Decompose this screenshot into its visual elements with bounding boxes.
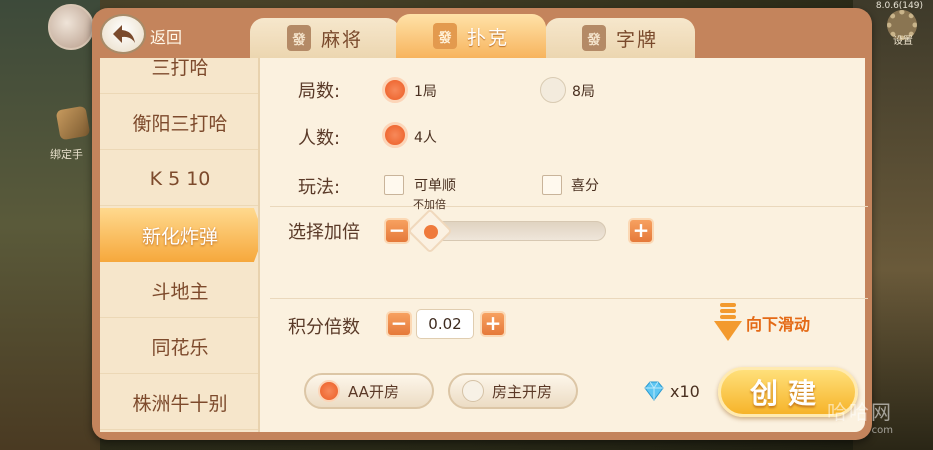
divider <box>270 206 868 207</box>
aa-room-radio <box>318 380 340 402</box>
sidebar-item[interactable]: 衡阳三打哈 <box>100 96 258 150</box>
settings-label: 设置 <box>893 36 913 47</box>
settings-button[interactable]: 设置 <box>887 10 919 50</box>
background-left <box>0 0 100 450</box>
rounds-8-label[interactable]: 8局 <box>572 81 595 101</box>
scroll-hint: 向下滑动 <box>714 303 810 343</box>
tab-mahjong[interactable]: 發 麻将 <box>250 18 400 58</box>
watermark: 哈哈网 com <box>827 396 893 436</box>
score-plus-button[interactable]: + <box>480 311 506 337</box>
rounds-8-radio[interactable] <box>540 77 566 103</box>
back-button[interactable] <box>100 14 146 54</box>
score-value-field[interactable]: 0.02 <box>416 309 474 339</box>
mahjong-tile-icon: 發 <box>286 25 311 51</box>
game-list-sidebar[interactable]: 三打哈 衡阳三打哈 K 5 10 新化炸弹 斗地主 同花乐 株洲牛十别 <box>100 58 260 432</box>
host-room-radio <box>462 380 484 402</box>
back-label[interactable]: 返回 <box>150 24 182 48</box>
aa-room-label: AA开房 <box>348 382 399 401</box>
bonus-score-label[interactable]: 喜分 <box>571 175 599 195</box>
sidebar-item[interactable]: 同花乐 <box>100 320 258 374</box>
tab-zipai[interactable]: 發 字牌 <box>545 18 695 58</box>
sidebar-item[interactable]: K 5 10 <box>100 152 258 206</box>
tab-label: 扑克 <box>466 26 509 49</box>
host-room-option[interactable]: 房主开房 <box>448 373 578 409</box>
host-room-label: 房主开房 <box>492 382 553 401</box>
rounds-label: 局数: <box>298 81 341 102</box>
avatar[interactable] <box>48 4 94 50</box>
mahjong-tile-icon: 發 <box>432 23 457 49</box>
scroll-hint-label: 向下滑动 <box>746 315 811 334</box>
score-multiplier-label: 积分倍数 <box>288 317 360 338</box>
single-straight-checkbox[interactable] <box>384 175 404 195</box>
sidebar-item[interactable]: 斗地主 <box>100 264 258 318</box>
tab-poker[interactable]: 發 扑克 <box>396 14 546 58</box>
watermark-sub: com <box>871 425 893 436</box>
sidebar-item[interactable]: 株洲牛十别 <box>100 376 258 430</box>
scroll-down-icon <box>714 303 742 341</box>
mahjong-tile-icon: 發 <box>581 25 606 51</box>
multiplier-minus-button[interactable]: − <box>384 218 410 244</box>
divider <box>270 298 868 299</box>
tab-label: 字牌 <box>615 28 658 51</box>
play-rules-label: 玩法: <box>298 177 341 198</box>
sidebar-item[interactable]: 三打哈 <box>100 58 258 94</box>
multiplier-plus-button[interactable]: + <box>628 218 654 244</box>
slider-thumb-dot <box>424 225 438 239</box>
multiplier-label: 选择加倍 <box>288 222 360 243</box>
multiplier-value: 不加倍 <box>413 198 446 211</box>
single-straight-label[interactable]: 可单顺 <box>414 175 456 195</box>
diamond-cost: x10 <box>670 382 700 401</box>
watermark-text: 哈哈网 <box>827 400 893 424</box>
tab-label: 麻将 <box>320 28 363 51</box>
players-label: 人数: <box>298 128 341 149</box>
rounds-1-radio[interactable] <box>382 77 408 103</box>
bonus-score-checkbox[interactable] <box>542 175 562 195</box>
diamond-icon <box>644 381 664 401</box>
score-minus-button[interactable]: − <box>386 311 412 337</box>
aa-room-option[interactable]: AA开房 <box>304 373 434 409</box>
sidebar-item-active[interactable]: 新化炸弹 <box>100 208 258 262</box>
rounds-1-label[interactable]: 1局 <box>414 81 437 101</box>
bind-phone-icon[interactable] <box>55 105 91 141</box>
players-4-radio[interactable] <box>382 122 408 148</box>
players-4-label[interactable]: 4人 <box>414 127 437 147</box>
back-arrow-icon <box>113 25 135 43</box>
bind-phone-label: 绑定手 <box>50 148 83 161</box>
